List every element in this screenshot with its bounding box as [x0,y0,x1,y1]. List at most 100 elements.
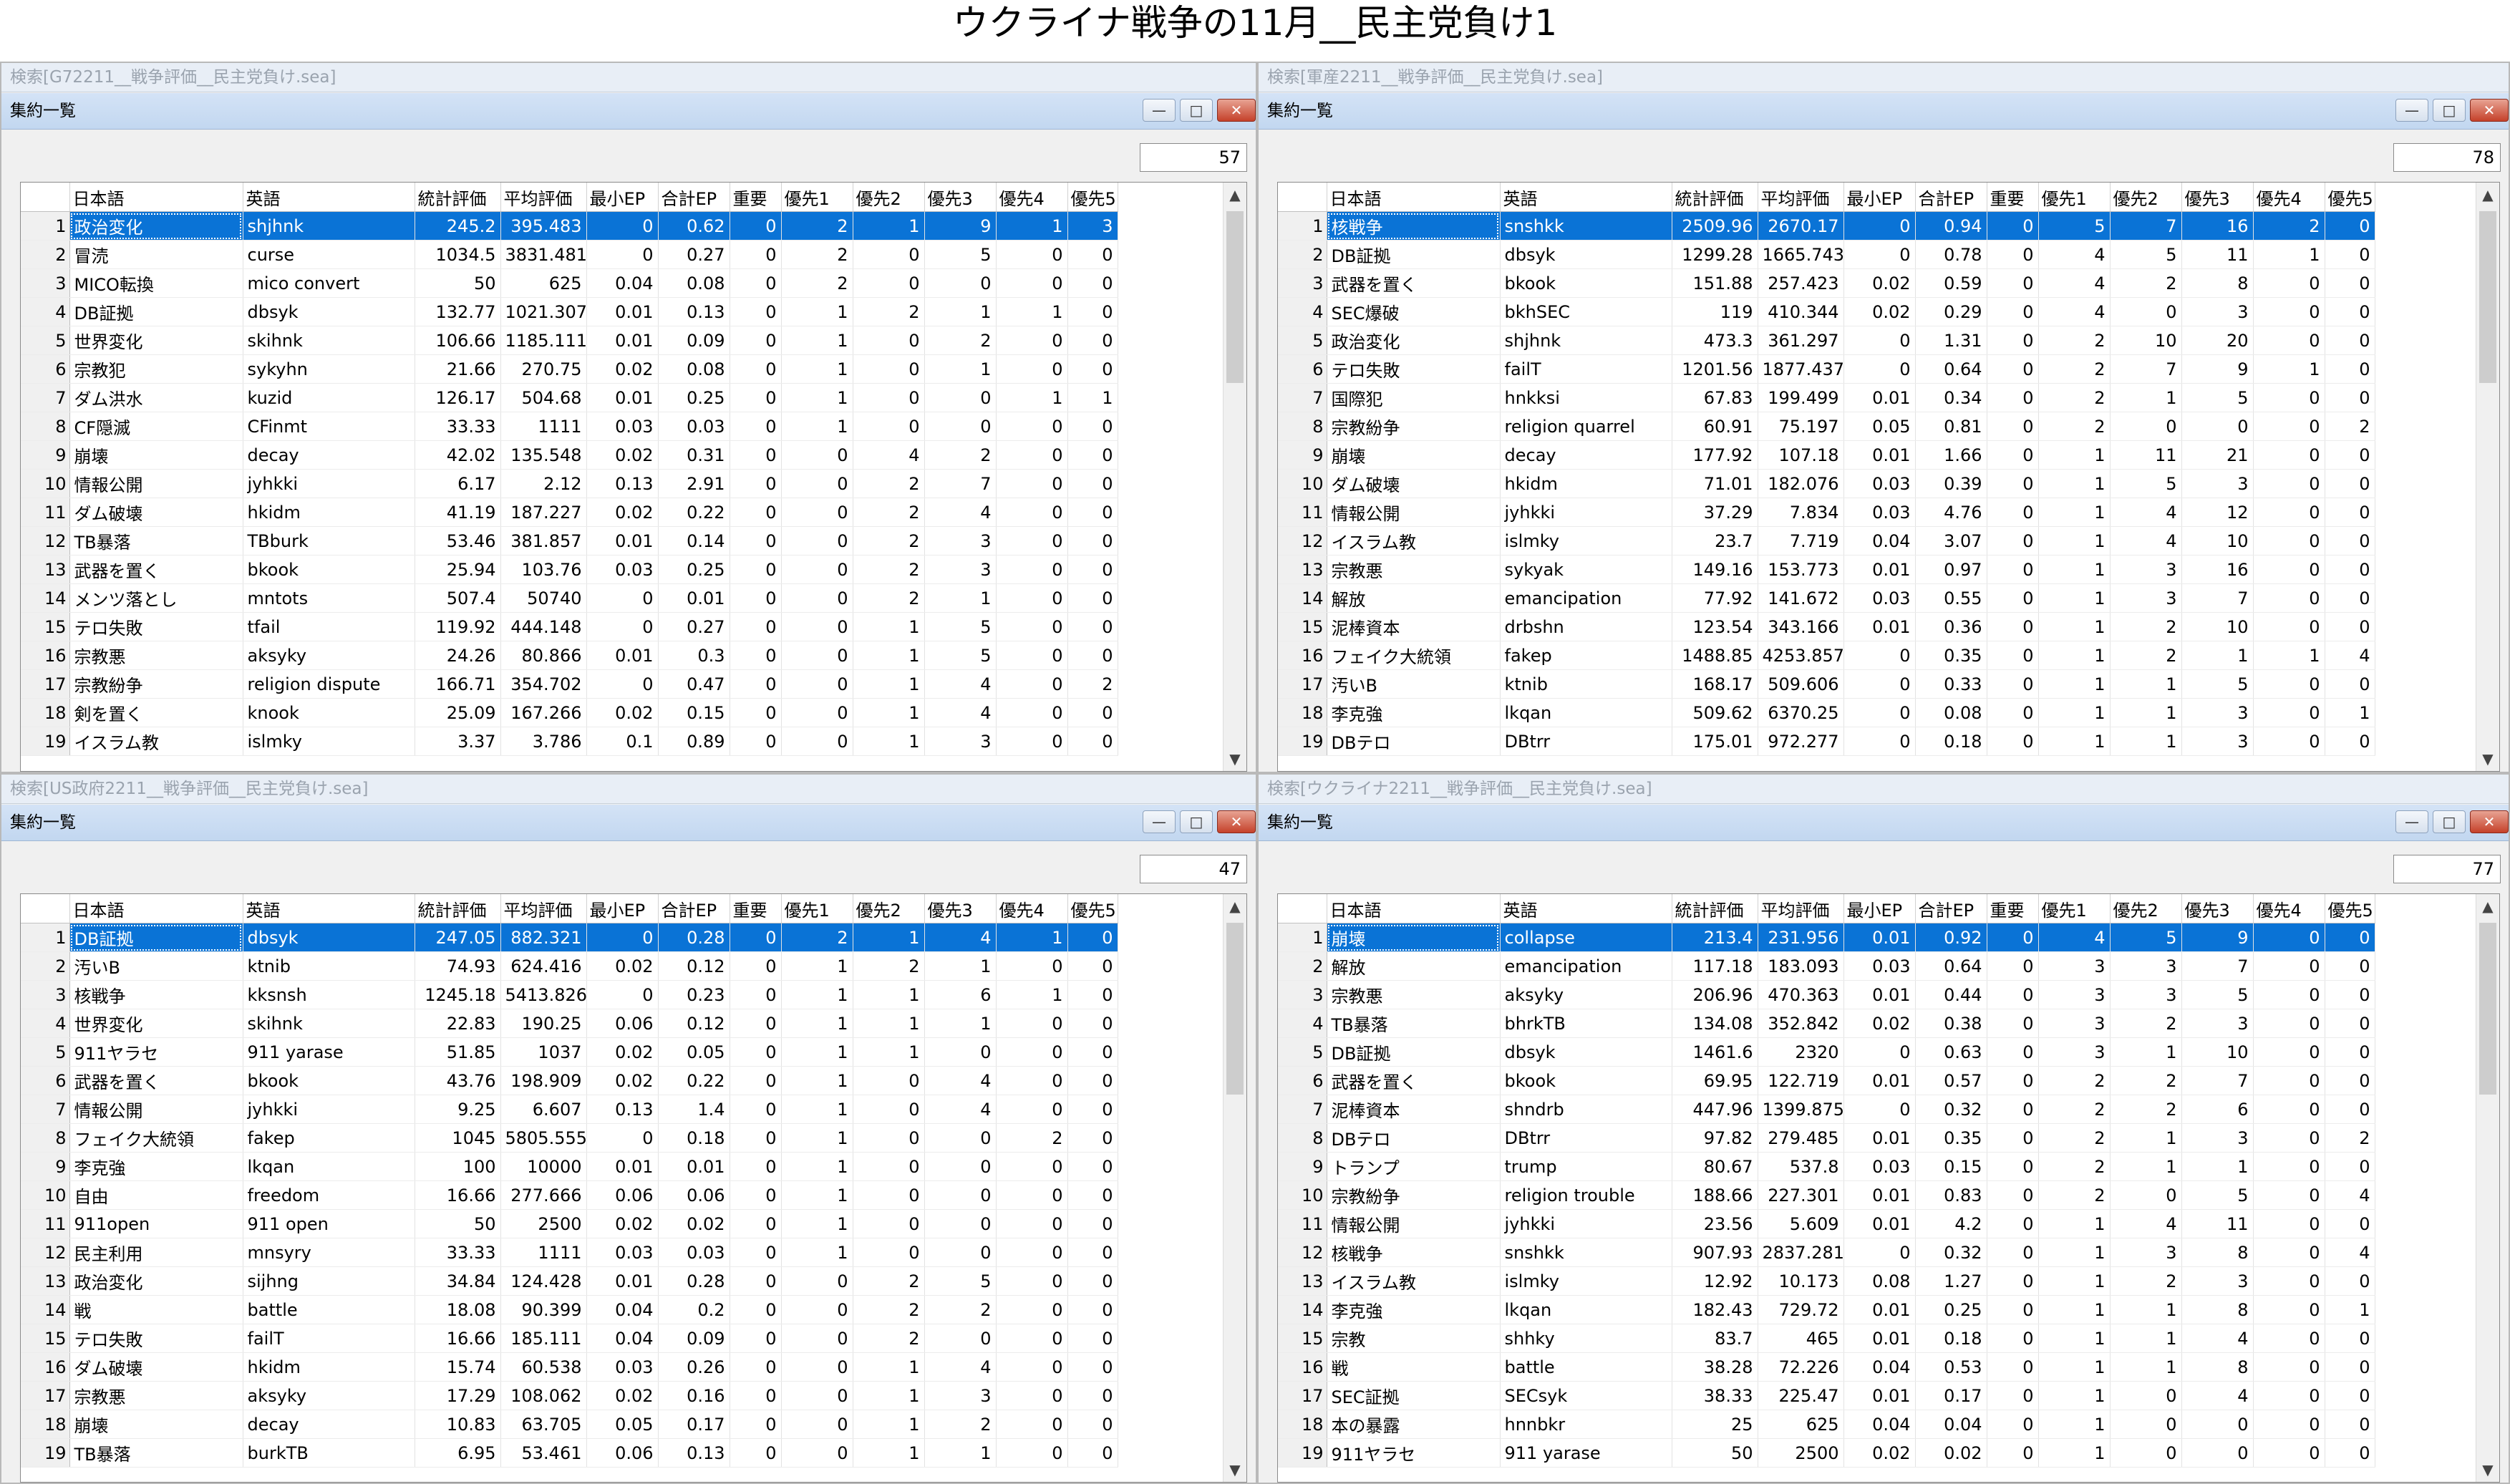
table-row[interactable]: 3 MICO転換 mico convert 50 625 0.04 0.08 0 2 0 0 0 0 [21,268,1118,298]
column-header[interactable]: 日本語 [1327,183,1501,212]
table-row[interactable]: 19 イスラム教 islmky 3.37 3.786 0.1 0.89 0 0 1 3 0 0 [21,727,1118,756]
column-header[interactable]: 重要 [1987,183,2039,212]
column-header[interactable]: 優先2 [2110,894,2182,923]
column-header[interactable]: 優先4 [996,183,1068,212]
table-row[interactable]: 10 宗教紛争 religion trouble 188.66 227.301 0.01 0… [1278,1180,2375,1210]
table-row[interactable]: 4 DB証拠 dbsyk 132.77 1021.307 0.01 0.13 0 1 2 1 1 0 [21,297,1118,326]
table-row[interactable]: 8 CF隠滅 CFinmt 33.33 1111 0.03 0.03 0 1 0 0 0 0 [21,412,1118,441]
table-row[interactable]: 15 テロ失敗 tfail 119.92 444.148 0 0.27 0 0 1 5 0 0 [21,612,1118,641]
scroll-thumb[interactable] [2479,923,2496,1095]
column-header[interactable]: 優先2 [853,894,925,923]
table-row[interactable]: 16 戦 battle 38.28 72.226 0.04 0.53 0 1 1 8 0 0 [1278,1352,2375,1382]
column-header[interactable]: 優先5 [2325,894,2375,923]
table-row[interactable]: 18 崩壊 decay 10.83 63.705 0.05 0.17 0 0 1 2 0 0 [21,1410,1118,1439]
column-header[interactable]: 優先1 [781,183,853,212]
table-row[interactable]: 13 宗教悪 sykyak 149.16 153.773 0.01 0.97 0 1 3 16 0 0 [1278,555,2375,584]
scroll-thumb[interactable] [2479,211,2496,383]
table-row[interactable]: 3 武器を置く bkook 151.88 257.423 0.02 0.59 0 4 2 8 0 0 [1278,268,2375,298]
table-row[interactable]: 9 崩壊 decay 177.92 107.18 0.01 1.66 0 1 11 21 0 0 [1278,440,2375,470]
table-row[interactable]: 16 フェイク大統領 fakep 1488.85 4253.857 0 0.35 0 1 2 1 1 4 [1278,641,2375,670]
close-button[interactable]: ✕ [2470,99,2509,122]
chevron-down-icon[interactable]: ▼ [2476,1458,2499,1482]
chevron-down-icon[interactable]: ▼ [2476,747,2499,771]
column-header[interactable]: 最小EP [1843,183,1916,212]
column-header[interactable]: 平均評価 [1758,894,1844,923]
column-header[interactable]: 優先3 [924,894,997,923]
column-header[interactable]: 平均評価 [500,894,587,923]
table-row[interactable]: 18 本の暴露 hnnbkr 25 625 0.04 0.04 0 1 0 0 0 0 [1278,1410,2375,1439]
table-row[interactable]: 19 TB暴落 burkTB 6.95 53.461 0.06 0.13 0 0 1 1 0 0 [21,1438,1118,1468]
column-header[interactable]: 日本語 [69,183,243,212]
chevron-up-icon[interactable]: ▲ [1223,183,1246,207]
table-row[interactable]: 1 崩壊 collapse 213.4 231.956 0.01 0.92 0 4 5 9 0 0 [1278,923,2375,952]
table-row[interactable]: 9 トランプ trump 80.67 537.8 0.03 0.15 0 2 1 1 0 0 [1278,1152,2375,1181]
minimize-button[interactable]: — [2395,99,2428,122]
table-row[interactable]: 19 911ヤラセ 911 yarase 50 2500 0.02 0.02 0 1 0 0 0 0 [1278,1438,2375,1468]
table-row[interactable]: 6 武器を置く bkook 43.76 198.909 0.02 0.22 0 1 0 4 0 0 [21,1066,1118,1095]
table-row[interactable]: 3 宗教悪 aksyky 206.96 470.363 0.01 0.44 0 3 3 5 0 0 [1278,980,2375,1009]
table-row[interactable]: 12 民主利用 mnsyry 33.33 1111 0.03 0.03 0 1 0 0 0 0 [21,1238,1118,1267]
table-row[interactable]: 14 李克強 lkqan 182.43 729.72 0.01 0.25 0 1 1 8 0 1 [1278,1295,2375,1324]
column-header[interactable]: 重要 [1987,894,2039,923]
scroll-thumb[interactable] [1226,923,1244,1095]
table-row[interactable]: 7 国際犯 hnkksi 67.83 199.499 0.01 0.34 0 2 1 5 0 0 [1278,383,2375,412]
column-header[interactable]: 英語 [1500,894,1672,923]
column-header[interactable]: 優先3 [2181,183,2254,212]
table-row[interactable]: 5 世界変化 skihnk 106.66 1185.111 0.01 0.09 0 1 0 2 0 0 [21,326,1118,355]
close-button[interactable]: ✕ [1217,810,1256,833]
table-row[interactable]: 13 武器を置く bkook 25.94 103.76 0.03 0.25 0 0 2 3 0 0 [21,555,1118,584]
column-header[interactable]: 日本語 [69,894,243,923]
vertical-scrollbar[interactable]: ▲ ▼ [1223,183,1246,771]
table-row[interactable]: 16 ダム破壊 hkidm 15.74 60.538 0.03 0.26 0 0 1 4 0 0 [21,1352,1118,1382]
column-header[interactable]: 優先2 [853,183,925,212]
column-header[interactable]: 優先5 [2325,183,2375,212]
table-row[interactable]: 11 情報公開 jyhkki 23.56 5.609 0.01 4.2 0 1 4 11 0 0 [1278,1209,2375,1238]
table-row[interactable]: 2 冒涜 curse 1034.5 3831.481 0 0.27 0 2 0 5 0 0 [21,240,1118,269]
table-row[interactable]: 14 解放 emancipation 77.92 141.672 0.03 0.55 0 1 3 7… [1278,583,2375,613]
column-header[interactable]: 統計評価 [1672,894,1758,923]
column-header[interactable]: 優先5 [1067,894,1118,923]
scroll-thumb[interactable] [1226,211,1244,383]
chevron-up-icon[interactable]: ▲ [2476,894,2499,918]
column-header[interactable]: 合計EP [1915,183,1987,212]
table-row[interactable]: 10 情報公開 jyhkki 6.17 2.12 0.13 2.91 0 0 2 7 0 0 [21,469,1118,498]
column-header[interactable]: 優先1 [2038,894,2111,923]
aggregate-grid[interactable]: 日本語英語統計評価平均評価最小EP合計EP重要優先1優先2優先3優先4優先5優先… [1277,182,2500,772]
column-header[interactable]: 最小EP [1843,894,1916,923]
table-row[interactable]: 8 DBテロ DBtrr 97.82 279.485 0.01 0.35 0 2 1 3 0 2 [1278,1123,2375,1153]
maximize-button[interactable]: □ [2433,810,2466,833]
column-header[interactable]: 優先4 [2253,183,2325,212]
minimize-button[interactable]: — [1143,99,1176,122]
table-row[interactable]: 2 解放 emancipation 117.18 183.093 0.03 0.64 0 3 3 7… [1278,951,2375,981]
table-row[interactable]: 1 DB証拠 dbsyk 247.05 882.321 0 0.28 0 2 1 4 1 0 [21,923,1118,952]
maximize-button[interactable]: □ [1180,99,1213,122]
table-row[interactable]: 15 宗教 shhky 83.7 465 0.01 0.18 0 1 1 4 0 0 [1278,1324,2375,1353]
column-header[interactable]: 優先1 [2038,183,2111,212]
aggregate-grid[interactable]: 日本語英語統計評価平均評価最小EP合計EP重要優先1優先2優先3優先4優先5優先… [1277,893,2500,1483]
minimize-button[interactable]: — [1143,810,1176,833]
column-header[interactable]: 優先3 [924,183,997,212]
chevron-down-icon[interactable]: ▼ [1223,747,1246,771]
table-row[interactable]: 7 情報公開 jyhkki 9.25 6.607 0.13 1.4 0 1 0 4 0 0 [21,1095,1118,1124]
column-header[interactable]: 優先5 [1067,183,1118,212]
column-header[interactable]: 統計評価 [415,894,501,923]
table-row[interactable]: 16 宗教悪 aksyky 24.26 80.866 0.01 0.3 0 0 1 5 0 0 [21,641,1118,670]
table-row[interactable]: 5 911ヤラセ 911 yarase 51.85 1037 0.02 0.05 0 1 1 0 0 0 [21,1037,1118,1067]
table-row[interactable]: 14 メンツ落とし mntots 507.4 50740 0 0.01 0 0 2 1 0 0 [21,583,1118,613]
table-row[interactable]: 3 核戦争 kksnsh 1245.18 5413.826 0 0.23 0 1 1 6 1 0 [21,980,1118,1009]
aggregate-grid[interactable]: 日本語英語統計評価平均評価最小EP合計EP重要優先1優先2優先3優先4優先5優先… [20,182,1247,772]
column-header[interactable]: 優先3 [2181,894,2254,923]
table-row[interactable]: 11 情報公開 jyhkki 37.29 7.834 0.03 4.76 0 1 4 12 0 0 [1278,498,2375,527]
table-row[interactable]: 2 汚いB ktnib 74.93 624.416 0.02 0.12 0 1 2 1 0 0 [21,951,1118,981]
vertical-scrollbar[interactable]: ▲ ▼ [2476,894,2499,1482]
table-row[interactable]: 1 政治変化 shjhnk 245.2 395.483 0 0.62 0 2 1 9 1 3 [21,211,1118,241]
table-row[interactable]: 4 TB暴落 bhrkTB 134.08 352.842 0.02 0.38 0 3 2 3 0 0 [1278,1009,2375,1038]
close-button[interactable]: ✕ [2470,810,2509,833]
column-header[interactable]: 平均評価 [1758,183,1844,212]
close-button[interactable]: ✕ [1217,99,1256,122]
maximize-button[interactable]: □ [1180,810,1213,833]
column-header[interactable]: 重要 [730,183,782,212]
table-row[interactable]: 11 911open 911 open 50 2500 0.02 0.02 0 1 0 0 0 0 [21,1209,1118,1238]
table-row[interactable]: 18 剣を置く knook 25.09 167.266 0.02 0.15 0 0 1 4 0 0 [21,698,1118,727]
column-header[interactable]: 平均評価 [500,183,587,212]
